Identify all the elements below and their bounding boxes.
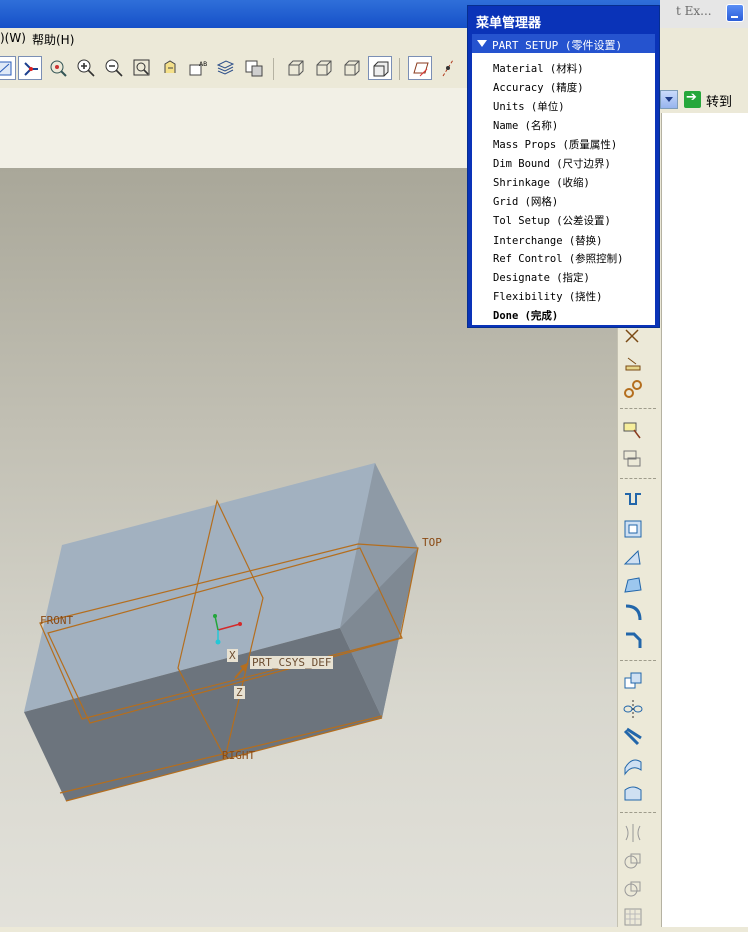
menu-item-dim-bound[interactable]: Dim Bound (尺寸边界) xyxy=(493,156,611,171)
menu-item-tol-setup[interactable]: Tol Setup (公差设置) xyxy=(493,213,611,228)
menu-item-interchange[interactable]: Interchange (替换) xyxy=(493,233,603,248)
chamfer-tool-icon[interactable] xyxy=(622,630,644,652)
menu-item-designate[interactable]: Designate (指定) xyxy=(493,270,590,285)
menu-manager-title: 菜单管理器 xyxy=(476,16,542,31)
window-title-fragment: t Ex... xyxy=(676,4,712,18)
toolbar-separator xyxy=(620,812,656,814)
part-setup-header-label: PART SETUP (零件设置) xyxy=(492,39,623,52)
pattern-tool-icon[interactable] xyxy=(622,850,644,872)
goto-label: 转到 xyxy=(706,95,733,110)
goto-button[interactable]: 转到 xyxy=(684,90,744,110)
menu-item-units[interactable]: Units (单位) xyxy=(493,99,565,114)
rib-tool-icon[interactable] xyxy=(622,546,644,568)
datum-label-front: FRONT xyxy=(40,614,74,627)
menu-item-done[interactable]: Done (完成) xyxy=(493,308,558,323)
menu-item-accuracy[interactable]: Accuracy (精度) xyxy=(493,80,584,95)
menu-item-flexibility[interactable]: Flexibility (挠性) xyxy=(493,289,603,304)
select-mode-icon[interactable] xyxy=(0,56,16,80)
draft-tool-icon[interactable] xyxy=(622,574,644,596)
datum-plane-toggle-icon[interactable] xyxy=(408,56,432,80)
chain-tool-icon[interactable] xyxy=(622,378,644,400)
menu-manager-list: PART SETUP (零件设置) Material (材料) Accuracy… xyxy=(472,34,655,325)
axis-label-z: Z xyxy=(234,686,245,699)
zoom-in-icon[interactable] xyxy=(74,56,98,80)
menu-item-ref-control[interactable]: Ref Control (参照控制) xyxy=(493,251,624,266)
csys-label: PRT_CSYS_DEF xyxy=(250,656,334,669)
toolbar-separator xyxy=(399,58,400,80)
datum-label-top: TOP xyxy=(422,536,442,549)
wireframe-icon[interactable] xyxy=(284,56,308,80)
toolbar-separator xyxy=(273,58,274,80)
navigator-pane[interactable] xyxy=(661,113,748,927)
spin-center-icon[interactable] xyxy=(46,56,70,80)
merge-tool-icon[interactable] xyxy=(622,726,644,748)
hole-tool-icon[interactable] xyxy=(622,490,644,512)
analysis-tool-icon[interactable] xyxy=(622,352,644,374)
datum-axis-toggle-icon[interactable] xyxy=(436,56,460,80)
part-setup-header[interactable]: PART SETUP (零件设置) xyxy=(472,34,655,53)
round-tool-icon[interactable] xyxy=(622,602,644,624)
toolbar-separator xyxy=(620,408,656,410)
minimize-button[interactable] xyxy=(726,4,744,22)
svg-text:AB: AB xyxy=(199,61,207,68)
saved-views-icon[interactable]: AB xyxy=(186,56,210,80)
layers-icon[interactable] xyxy=(214,56,238,80)
zoom-out-icon[interactable] xyxy=(102,56,126,80)
grid-tool-icon[interactable] xyxy=(622,906,644,928)
menu-item-shrinkage[interactable]: Shrinkage (收缩) xyxy=(493,175,590,190)
sketch-tool-icon[interactable] xyxy=(622,420,644,442)
menu-item-grid[interactable]: Grid (网格) xyxy=(493,194,558,209)
reorient-icon[interactable] xyxy=(158,56,182,80)
symmetry-tool-icon[interactable] xyxy=(622,822,644,844)
refit-icon[interactable] xyxy=(130,56,154,80)
menu-window[interactable]: )(W) xyxy=(0,31,26,45)
toolbar-separator xyxy=(620,660,656,662)
mirror-tool-icon[interactable] xyxy=(622,698,644,720)
copy-tool-icon[interactable] xyxy=(622,670,644,692)
goto-arrow-icon xyxy=(684,90,701,108)
sketch-placement-icon[interactable] xyxy=(622,448,644,470)
view-manager-icon[interactable] xyxy=(242,56,266,80)
datum-display-icon[interactable] xyxy=(18,56,42,80)
axis-label-x: X xyxy=(227,649,238,662)
find-dropdown-button[interactable] xyxy=(660,90,678,109)
offset-tool-icon[interactable] xyxy=(622,782,644,804)
menu-manager: 菜单管理器 PART SETUP (零件设置) Material (材料) Ac… xyxy=(467,5,660,328)
intersect-tool-icon[interactable] xyxy=(622,878,644,900)
toolbar-separator xyxy=(620,478,656,480)
datum-label-right: RIGHT xyxy=(222,749,256,762)
menu-item-material[interactable]: Material (材料) xyxy=(493,61,584,76)
no-hidden-icon[interactable] xyxy=(340,56,364,80)
shading-icon[interactable] xyxy=(368,56,392,80)
shell-tool-icon[interactable] xyxy=(622,518,644,540)
collapse-triangle-icon xyxy=(477,40,487,47)
trim-tool-icon[interactable] xyxy=(622,754,644,776)
menu-item-name[interactable]: Name (名称) xyxy=(493,118,558,133)
menu-help[interactable]: 帮助(H) xyxy=(32,31,74,48)
coordinate-system-tool-icon[interactable] xyxy=(622,326,644,348)
menu-item-mass-props[interactable]: Mass Props (质量属性) xyxy=(493,137,617,152)
hidden-line-icon[interactable] xyxy=(312,56,336,80)
